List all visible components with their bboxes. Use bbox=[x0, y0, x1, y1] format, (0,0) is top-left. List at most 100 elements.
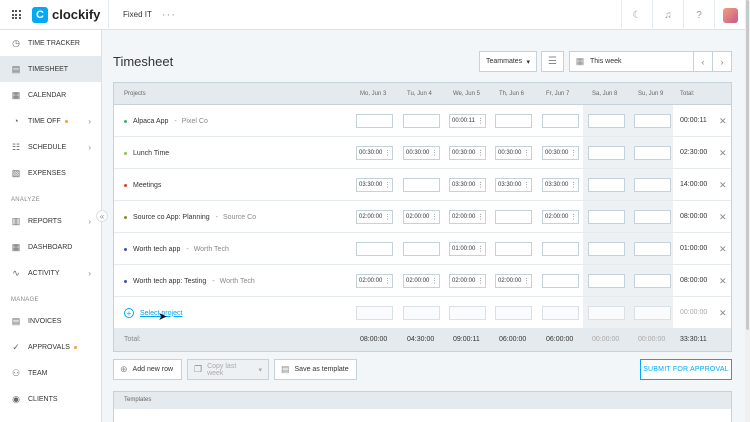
time-input[interactable] bbox=[356, 306, 393, 320]
logo[interactable]: C clockify bbox=[32, 6, 106, 23]
delete-row-icon[interactable]: ✕ bbox=[719, 265, 727, 297]
page-scrollbar[interactable] bbox=[745, 0, 750, 422]
time-input[interactable] bbox=[542, 274, 579, 288]
project-name: Meetings bbox=[133, 181, 162, 189]
workspace-more-icon[interactable]: ··· bbox=[162, 9, 176, 21]
delete-row-icon[interactable]: ✕ bbox=[719, 297, 727, 329]
time-input[interactable]: 00:30:00 bbox=[495, 146, 532, 160]
time-input[interactable] bbox=[588, 242, 625, 256]
time-input[interactable] bbox=[356, 242, 393, 256]
time-input[interactable]: 02:00:00 bbox=[495, 274, 532, 288]
time-input[interactable] bbox=[588, 274, 625, 288]
time-input[interactable] bbox=[403, 242, 440, 256]
time-input[interactable]: 00:30:00 bbox=[449, 146, 486, 160]
time-input[interactable] bbox=[634, 146, 671, 160]
time-input[interactable]: 02:00:00 bbox=[449, 274, 486, 288]
select-project[interactable]: + Select project bbox=[124, 297, 182, 329]
time-input[interactable] bbox=[495, 114, 532, 128]
time-input[interactable]: 02:00:00 bbox=[356, 274, 393, 288]
delete-row-icon[interactable]: ✕ bbox=[719, 105, 727, 137]
project-cell[interactable]: Lunch Time bbox=[124, 137, 169, 169]
apps-grid-icon[interactable] bbox=[0, 0, 32, 30]
time-input[interactable]: 00:30:00 bbox=[356, 146, 393, 160]
submit-for-approval-button[interactable]: SUBMIT FOR APPROVAL bbox=[640, 359, 732, 380]
time-input[interactable] bbox=[634, 114, 671, 128]
time-input[interactable]: 00:30:00 bbox=[542, 146, 579, 160]
sidebar-item-team[interactable]: ⚇ TEAM bbox=[0, 360, 101, 386]
sidebar-item-expenses[interactable]: ▧ EXPENSES bbox=[0, 160, 101, 186]
time-input[interactable] bbox=[588, 210, 625, 224]
sidebar-item-projects[interactable]: ▣PROJECTS bbox=[0, 412, 101, 422]
time-input[interactable] bbox=[542, 306, 579, 320]
sidebar-item-time-off[interactable]: ◔ TIME OFF › bbox=[0, 108, 101, 134]
time-input[interactable]: 02:00:00 bbox=[542, 210, 579, 224]
workspace-name[interactable]: Fixed IT bbox=[109, 10, 162, 19]
time-input[interactable]: 03:30:00 bbox=[449, 178, 486, 192]
time-input[interactable]: 00:00:11 bbox=[449, 114, 486, 128]
time-input[interactable] bbox=[588, 178, 625, 192]
project-cell[interactable]: Meetings bbox=[124, 169, 161, 201]
list-view-button[interactable]: ☰ bbox=[541, 51, 564, 72]
sidebar-item-clients[interactable]: ◉ CLIENTS bbox=[0, 386, 101, 412]
time-input[interactable] bbox=[588, 114, 625, 128]
time-input[interactable] bbox=[449, 306, 486, 320]
time-input[interactable] bbox=[403, 114, 440, 128]
prev-week-button[interactable]: ‹ bbox=[693, 52, 712, 71]
bell-icon[interactable]: ♫ bbox=[652, 0, 683, 30]
sidebar-item-invoices[interactable]: ▤ INVOICES bbox=[0, 308, 101, 334]
time-input[interactable] bbox=[634, 242, 671, 256]
time-input[interactable] bbox=[495, 210, 532, 224]
time-input[interactable] bbox=[403, 178, 440, 192]
copy-last-week-button[interactable]: ❐ Copy last week ▾ bbox=[187, 359, 269, 380]
sidebar-item-time-tracker[interactable]: ◷ TIME TRACKER bbox=[0, 30, 101, 56]
time-input[interactable] bbox=[495, 242, 532, 256]
time-input[interactable]: 02:00:00 bbox=[403, 274, 440, 288]
delete-row-icon[interactable]: ✕ bbox=[719, 233, 727, 265]
help-icon[interactable]: ? bbox=[683, 0, 714, 30]
delete-row-icon[interactable]: ✕ bbox=[719, 137, 727, 169]
time-input[interactable] bbox=[634, 178, 671, 192]
sidebar-item-reports[interactable]: ▥ REPORTS › bbox=[0, 208, 101, 234]
time-input[interactable]: 02:00:00 bbox=[449, 210, 486, 224]
time-input[interactable]: 03:30:00 bbox=[356, 178, 393, 192]
sidebar-item-calendar[interactable]: ▦ CALENDAR bbox=[0, 82, 101, 108]
time-input[interactable] bbox=[356, 114, 393, 128]
time-input[interactable] bbox=[634, 306, 671, 320]
sidebar-item-approvals[interactable]: ✓ APPROVALS bbox=[0, 334, 101, 360]
week-picker[interactable]: ▦ This week ‹ › bbox=[569, 51, 732, 72]
time-input[interactable] bbox=[403, 306, 440, 320]
rocket-icon[interactable]: ☾ bbox=[621, 0, 652, 30]
delete-row-icon[interactable]: ✕ bbox=[719, 201, 727, 233]
save-as-template-button[interactable]: ▤ Save as template bbox=[274, 359, 357, 380]
time-input[interactable]: 01:00:00 bbox=[449, 242, 486, 256]
delete-row-icon[interactable]: ✕ bbox=[719, 169, 727, 201]
collapse-sidebar-icon[interactable]: « bbox=[96, 210, 108, 222]
project-cell[interactable]: Alpaca App Pixel Co bbox=[124, 105, 208, 137]
time-input[interactable]: 03:30:00 bbox=[542, 178, 579, 192]
sidebar-item-timesheet[interactable]: ▤ TIMESHEET bbox=[0, 56, 101, 82]
teammates-dropdown[interactable]: Teammates ▾ bbox=[479, 51, 537, 72]
sidebar-item-label: TIME TRACKER bbox=[28, 39, 80, 47]
next-week-button[interactable]: › bbox=[712, 52, 731, 71]
time-input[interactable] bbox=[542, 114, 579, 128]
project-cell[interactable]: Source co App: Planning Source Co bbox=[124, 201, 256, 233]
time-input[interactable] bbox=[588, 306, 625, 320]
time-input[interactable] bbox=[588, 146, 625, 160]
sidebar-item-dashboard[interactable]: ▦ DASHBOARD bbox=[0, 234, 101, 260]
time-input[interactable]: 02:00:00 bbox=[403, 210, 440, 224]
project-cell[interactable]: Worth tech app: Testing Worth Tech bbox=[124, 265, 255, 297]
time-input[interactable]: 02:00:00 bbox=[356, 210, 393, 224]
time-input[interactable]: 00:30:00 bbox=[403, 146, 440, 160]
sidebar-item-activity[interactable]: ∿ ACTIVITY › bbox=[0, 260, 101, 286]
time-input[interactable] bbox=[634, 210, 671, 224]
add-new-row-button[interactable]: ⊕ Add new row bbox=[113, 359, 182, 380]
time-input[interactable]: 03:30:00 bbox=[495, 178, 532, 192]
row-total: 01:00:00 bbox=[680, 245, 708, 252]
time-input[interactable] bbox=[634, 274, 671, 288]
table-row: Meetings 03:30:00 03:30:00 03:30:00 03:30:00… bbox=[114, 169, 731, 201]
avatar[interactable] bbox=[714, 0, 745, 30]
project-cell[interactable]: Worth tech app Worth Tech bbox=[124, 233, 229, 265]
sidebar-item-schedule[interactable]: ☷ SCHEDULE › bbox=[0, 134, 101, 160]
time-input[interactable] bbox=[495, 306, 532, 320]
time-input[interactable] bbox=[542, 242, 579, 256]
